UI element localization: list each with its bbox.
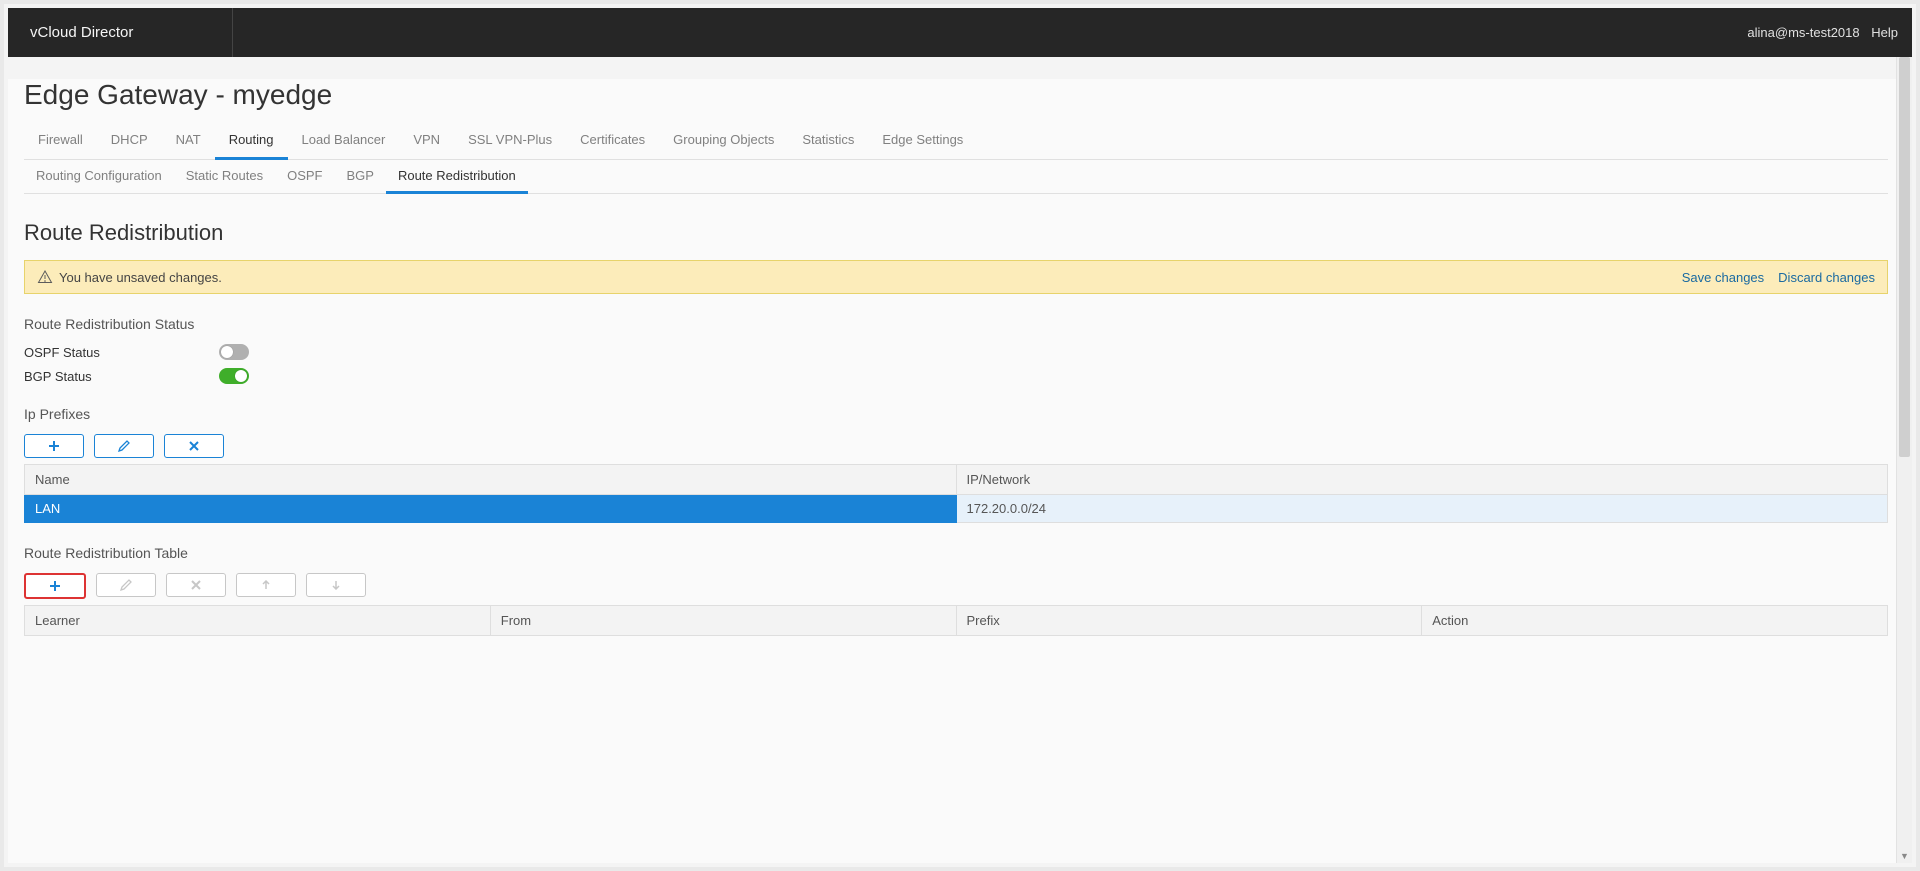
- tab-ssl-vpn-plus[interactable]: SSL VPN-Plus: [454, 123, 566, 160]
- delete-icon: [191, 580, 201, 590]
- page-body: Edge Gateway - myedge Firewall DHCP NAT …: [8, 79, 1912, 863]
- ip-prefixes-toolbar: [24, 434, 1888, 458]
- arrow-up-icon: [261, 580, 271, 590]
- scroll-down-icon[interactable]: ▼: [1897, 848, 1912, 863]
- ip-prefixes-delete-button[interactable]: [164, 434, 224, 458]
- tab-routing[interactable]: Routing: [215, 123, 288, 160]
- redistribution-add-button[interactable]: [24, 573, 86, 599]
- subtab-static-routes[interactable]: Static Routes: [174, 160, 275, 194]
- cell-name: LAN: [25, 495, 957, 523]
- page-title: Edge Gateway - myedge: [24, 79, 1888, 111]
- col-ip-network[interactable]: IP/Network: [956, 465, 1888, 495]
- redistribution-table: Learner From Prefix Action: [24, 605, 1888, 636]
- section-heading: Route Redistribution: [24, 220, 1888, 246]
- subtab-bgp[interactable]: BGP: [334, 160, 385, 194]
- tab-dhcp[interactable]: DHCP: [97, 123, 162, 160]
- ip-prefixes-table: Name IP/Network LAN 172.20.0.0/24: [24, 464, 1888, 523]
- edit-icon: [120, 579, 132, 591]
- col-action[interactable]: Action: [1422, 606, 1888, 636]
- redistribution-delete-button: [166, 573, 226, 597]
- vertical-scrollbar[interactable]: ▲ ▼: [1896, 57, 1912, 863]
- tab-edge-settings[interactable]: Edge Settings: [868, 123, 977, 160]
- redistribution-toolbar: [24, 573, 1888, 599]
- ip-prefixes-edit-button[interactable]: [94, 434, 154, 458]
- redistribution-edit-button: [96, 573, 156, 597]
- bgp-status-row: BGP Status: [24, 368, 1888, 384]
- cell-ip: 172.20.0.0/24: [956, 495, 1888, 523]
- table-row[interactable]: LAN 172.20.0.0/24: [25, 495, 1888, 523]
- main-tabs: Firewall DHCP NAT Routing Load Balancer …: [24, 123, 1888, 160]
- ospf-status-row: OSPF Status: [24, 344, 1888, 360]
- alert-text: You have unsaved changes.: [59, 270, 222, 285]
- redistribution-move-up-button: [236, 573, 296, 597]
- ip-prefixes-add-button[interactable]: [24, 434, 84, 458]
- scroll-thumb[interactable]: [1899, 57, 1910, 457]
- discard-changes-link[interactable]: Discard changes: [1778, 270, 1875, 285]
- warning-icon: [37, 269, 53, 285]
- user-name[interactable]: alina@ms-test2018: [1747, 25, 1859, 40]
- bgp-status-toggle[interactable]: [219, 368, 249, 384]
- bgp-status-label: BGP Status: [24, 369, 219, 384]
- subtab-ospf[interactable]: OSPF: [275, 160, 334, 194]
- ospf-status-toggle[interactable]: [219, 344, 249, 360]
- subtab-route-redistribution[interactable]: Route Redistribution: [386, 160, 528, 194]
- tab-nat[interactable]: NAT: [162, 123, 215, 160]
- routing-subtabs: Routing Configuration Static Routes OSPF…: [24, 160, 1888, 194]
- col-prefix[interactable]: Prefix: [956, 606, 1422, 636]
- col-from[interactable]: From: [490, 606, 956, 636]
- arrow-down-icon: [331, 580, 341, 590]
- ip-prefixes-heading: Ip Prefixes: [24, 406, 1888, 422]
- topbar-right: alina@ms-test2018 Help: [1725, 25, 1912, 40]
- tab-certificates[interactable]: Certificates: [566, 123, 659, 160]
- ospf-status-label: OSPF Status: [24, 345, 219, 360]
- brand: vCloud Director: [8, 8, 233, 57]
- unsaved-alert: You have unsaved changes. Save changes D…: [24, 260, 1888, 294]
- tab-statistics[interactable]: Statistics: [788, 123, 868, 160]
- tab-grouping-objects[interactable]: Grouping Objects: [659, 123, 788, 160]
- tab-firewall[interactable]: Firewall: [24, 123, 97, 160]
- delete-icon: [189, 441, 199, 451]
- save-changes-link[interactable]: Save changes: [1682, 270, 1764, 285]
- tab-vpn[interactable]: VPN: [399, 123, 454, 160]
- plus-icon: [49, 580, 61, 592]
- edit-icon: [118, 440, 130, 452]
- col-name[interactable]: Name: [25, 465, 957, 495]
- topbar: vCloud Director alina@ms-test2018 Help: [8, 8, 1912, 57]
- status-heading: Route Redistribution Status: [24, 316, 1888, 332]
- tab-load-balancer[interactable]: Load Balancer: [288, 123, 400, 160]
- plus-icon: [48, 440, 60, 452]
- redistribution-move-down-button: [306, 573, 366, 597]
- redistribution-heading: Route Redistribution Table: [24, 545, 1888, 561]
- help-link[interactable]: Help: [1871, 25, 1898, 40]
- col-learner[interactable]: Learner: [25, 606, 491, 636]
- subtab-routing-configuration[interactable]: Routing Configuration: [24, 160, 174, 194]
